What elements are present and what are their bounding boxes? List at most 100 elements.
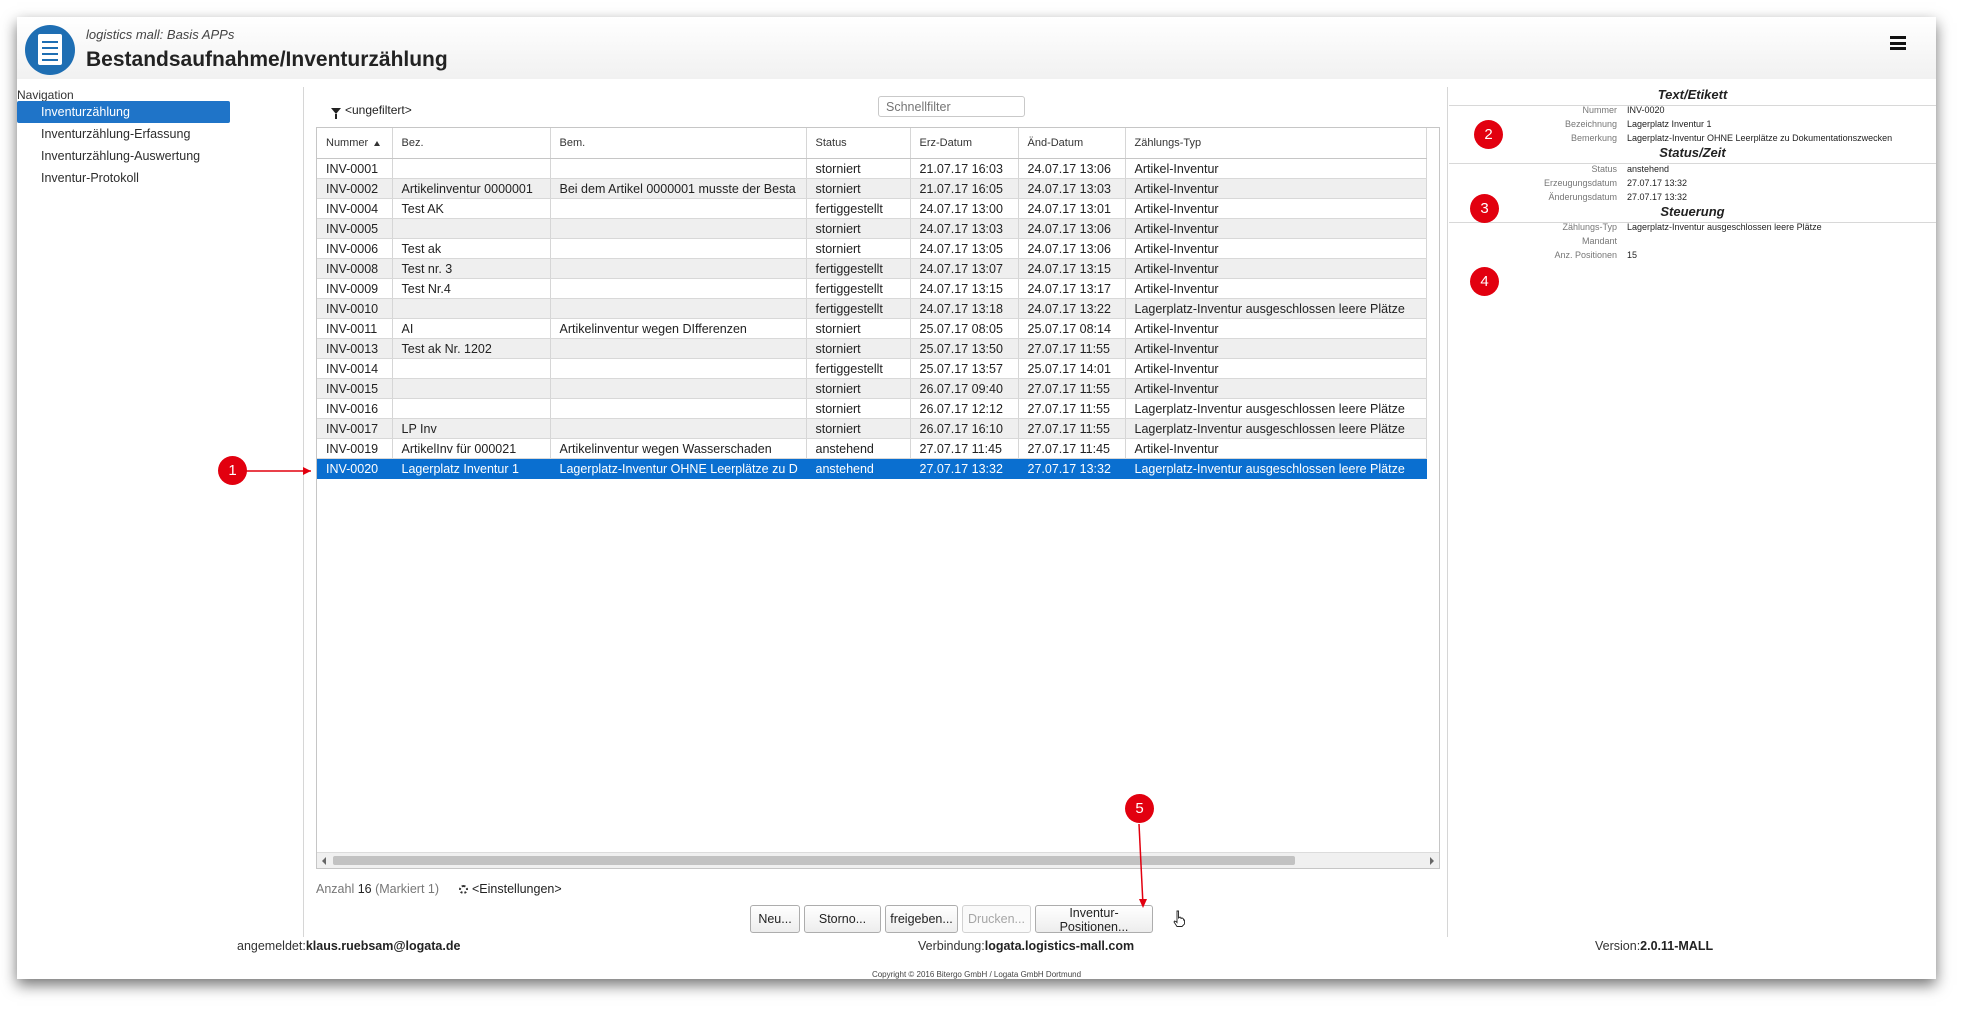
navigation-label: Navigation: [17, 88, 74, 102]
field-value-bezeichnung: Lagerplatz Inventur 1: [1627, 119, 1712, 129]
table-row[interactable]: INV-0011 AI Artikelinventur wegen DIfferen…: [317, 318, 1427, 339]
cell-bez: Test ak Nr. 1202: [392, 338, 551, 359]
scroll-left-icon[interactable]: [322, 857, 326, 865]
quickfilter-input[interactable]: [878, 96, 1025, 117]
cell-bez: Lagerplatz Inventur 1: [392, 458, 551, 479]
table-row[interactable]: INV-0015 storniert 26.07.17 09:40 27.07.17 …: [317, 378, 1427, 399]
cell-nummer: INV-0015: [317, 378, 393, 399]
column-header-bez[interactable]: Bez.: [392, 128, 551, 159]
field-label-mandant: Mandant: [1581, 236, 1617, 246]
cell-aend-datum: 24.07.17 13:22: [1018, 298, 1126, 319]
settings-link[interactable]: <Einstellungen>: [459, 882, 562, 896]
cell-nummer: INV-0006: [317, 238, 393, 259]
nav-item-auswertung[interactable]: Inventurzählung-Auswertung: [17, 145, 230, 167]
cell-status: storniert: [806, 378, 911, 399]
column-header-nummer[interactable]: Nummer: [317, 128, 393, 159]
scroll-right-icon[interactable]: [1430, 857, 1434, 865]
cell-status: storniert: [806, 398, 911, 419]
table-row[interactable]: INV-0019 ArtikelInv für 000021 Artikelinve…: [317, 438, 1427, 459]
cell-erz-datum: 24.07.17 13:05: [910, 238, 1019, 259]
cell-zaehlungs-typ: Artikel-Inventur: [1125, 318, 1427, 339]
hamburger-menu-icon[interactable]: [1890, 36, 1906, 50]
cell-bez: [392, 358, 551, 379]
release-button[interactable]: freigeben...: [885, 905, 958, 933]
cell-status: fertiggestellt: [806, 298, 911, 319]
nav-item-protokoll[interactable]: Inventur-Protokoll: [17, 167, 230, 189]
version-info: Version:2.0.11-MALL: [1595, 939, 1714, 953]
cell-bem: [550, 378, 807, 399]
cell-bem: Bei dem Artikel 0000001 musste der Besta: [550, 178, 807, 199]
cell-erz-datum: 26.07.17 12:12: [910, 398, 1019, 419]
cell-bem: [550, 358, 807, 379]
table-row[interactable]: INV-0005 storniert 24.07.17 13:03 24.07.17 …: [317, 218, 1427, 239]
table-row[interactable]: INV-0010 fertiggestellt 24.07.17 13:18 24.0…: [317, 298, 1427, 319]
cell-erz-datum: 26.07.17 09:40: [910, 378, 1019, 399]
table-row[interactable]: INV-0002 Artikelinventur 0000001 Bei dem A…: [317, 178, 1427, 199]
print-button[interactable]: Drucken...: [962, 905, 1031, 933]
cell-erz-datum: 25.07.17 13:50: [910, 338, 1019, 359]
table-row-selected[interactable]: INV-0020 Lagerplatz Inventur 1 Lagerplatz-…: [317, 458, 1427, 479]
column-header-status[interactable]: Status: [806, 128, 911, 159]
cell-erz-datum: 27.07.17 11:45: [910, 438, 1019, 459]
cell-bez: [392, 378, 551, 399]
cell-aend-datum: 24.07.17 13:06: [1018, 218, 1126, 239]
cell-nummer: INV-0002: [317, 178, 393, 199]
column-header-aend-datum[interactable]: Änd-Datum: [1018, 128, 1126, 159]
column-header-zaehlungs-typ[interactable]: Zählungs-Typ: [1125, 128, 1427, 159]
table-row[interactable]: INV-0013 Test ak Nr. 1202 storniert 25.07.1…: [317, 338, 1427, 359]
cell-erz-datum: 24.07.17 13:07: [910, 258, 1019, 279]
table-row[interactable]: INV-0014 fertiggestellt 25.07.17 13:57 25.0…: [317, 358, 1427, 379]
scrollbar-thumb[interactable]: [333, 856, 1295, 865]
cell-aend-datum: 24.07.17 13:15: [1018, 258, 1126, 279]
cell-bem: [550, 278, 807, 299]
inventory-positions-button[interactable]: Inventur-Positionen...: [1035, 905, 1153, 934]
cell-zaehlungs-typ: Artikel-Inventur: [1125, 218, 1427, 239]
cell-bez: [392, 218, 551, 239]
cell-status: fertiggestellt: [806, 358, 911, 379]
section-title-status: Status/Zeit: [1449, 145, 1936, 164]
cell-aend-datum: 24.07.17 13:17: [1018, 278, 1126, 299]
annotation-badge-1: 1: [218, 456, 247, 485]
cell-bem: [550, 298, 807, 319]
cell-bez: Test ak: [392, 238, 551, 259]
gear-icon: [459, 885, 468, 894]
cell-zaehlungs-typ: Artikel-Inventur: [1125, 178, 1427, 199]
column-header-bem[interactable]: Bem.: [550, 128, 807, 159]
table-header-row: Nummer Bez. Bem. Status Erz-Datum Änd-Da…: [317, 128, 1427, 159]
annotation-badge-5: 5: [1125, 794, 1154, 823]
cell-status: storniert: [806, 318, 911, 339]
cell-aend-datum: 24.07.17 13:06: [1018, 238, 1126, 259]
table-row[interactable]: INV-0017 LP Inv storniert 26.07.17 16:10 27.…: [317, 418, 1427, 439]
table-row[interactable]: INV-0008 Test nr. 3 fertiggestellt 24.07.17…: [317, 258, 1427, 279]
cell-erz-datum: 25.07.17 13:57: [910, 358, 1019, 379]
cell-erz-datum: 26.07.17 16:10: [910, 418, 1019, 439]
storno-button[interactable]: Storno...: [804, 905, 881, 933]
cell-zaehlungs-typ: Artikel-Inventur: [1125, 158, 1427, 179]
cell-aend-datum: 24.07.17 13:03: [1018, 178, 1126, 199]
nav-item-erfassung[interactable]: Inventurzählung-Erfassung: [17, 123, 230, 145]
new-button[interactable]: Neu...: [750, 905, 800, 933]
cell-nummer: INV-0008: [317, 258, 393, 279]
cell-zaehlungs-typ: Artikel-Inventur: [1125, 378, 1427, 399]
cell-nummer: INV-0014: [317, 358, 393, 379]
cell-zaehlungs-typ: Lagerplatz-Inventur ausgeschlossen leere…: [1125, 398, 1427, 419]
cell-bem: Artikelinventur wegen Wasserschaden: [550, 438, 807, 459]
table-row[interactable]: INV-0001 storniert 21.07.17 16:03 24.07.17 …: [317, 158, 1427, 179]
table-row[interactable]: INV-0006 Test ak storniert 24.07.17 13:05 24…: [317, 238, 1427, 259]
cell-status: fertiggestellt: [806, 198, 911, 219]
filter-state[interactable]: <ungefiltert>: [331, 103, 412, 119]
cell-erz-datum: 24.07.17 13:15: [910, 278, 1019, 299]
cell-nummer: INV-0009: [317, 278, 393, 299]
annotation-badge-2: 2: [1474, 120, 1503, 149]
nav-item-inventurzaehlung[interactable]: Inventurzählung: [17, 101, 230, 123]
cell-nummer: INV-0010: [317, 298, 393, 319]
field-label-erzeugungsdatum: Erzeugungsdatum: [1543, 178, 1617, 188]
table-row[interactable]: INV-0004 Test AK fertiggestellt 24.07.17 13…: [317, 198, 1427, 219]
cell-bem: Lagerplatz-Inventur OHNE Leerplätze zu D: [550, 458, 807, 479]
cell-bem: [550, 338, 807, 359]
table-row[interactable]: INV-0009 Test Nr.4 fertiggestellt 24.07.17 …: [317, 278, 1427, 299]
table-row[interactable]: INV-0016 storniert 26.07.17 12:12 27.07.17 …: [317, 398, 1427, 419]
horizontal-scrollbar[interactable]: [317, 852, 1439, 868]
column-header-erz-datum[interactable]: Erz-Datum: [910, 128, 1019, 159]
field-value-anz-positionen: 15: [1627, 250, 1638, 260]
